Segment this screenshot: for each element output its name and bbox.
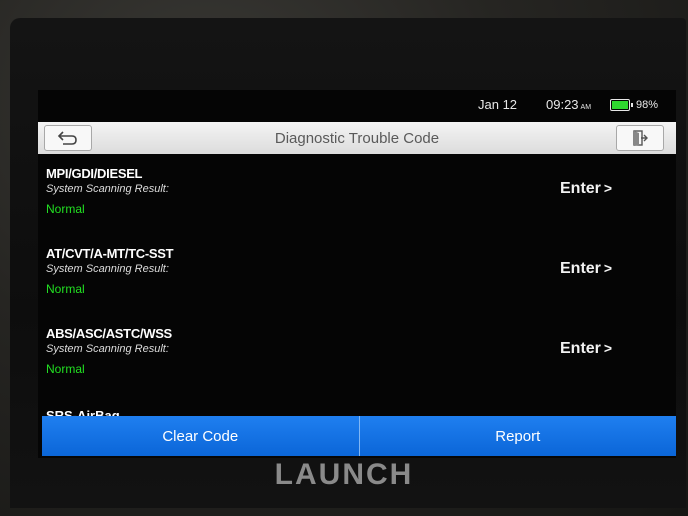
system-name: MPI/GDI/DIESEL <box>46 166 143 181</box>
enter-label: Enter <box>560 340 601 357</box>
title-bar: Diagnostic Trouble Code <box>38 122 676 154</box>
status-bar: Jan 12 09:23 AM 98% <box>38 90 676 120</box>
exit-button[interactable] <box>616 125 664 151</box>
list-item: MPI/GDI/DIESEL System Scanning Result: N… <box>38 156 676 236</box>
page-title: Diagnostic Trouble Code <box>274 130 440 147</box>
chevron-right-icon: > <box>603 180 613 196</box>
report-button[interactable]: Report <box>359 416 676 456</box>
battery-fill <box>612 101 628 109</box>
chevron-right-icon: > <box>603 340 613 356</box>
list-item: AT/CVT/A-MT/TC-SST System Scanning Resul… <box>38 236 676 316</box>
list-item: ABS/ASC/ASTC/WSS System Scanning Result:… <box>38 316 676 396</box>
status-ampm: AM <box>580 104 592 111</box>
system-name: AT/CVT/A-MT/TC-SST <box>46 246 174 261</box>
system-name: ABS/ASC/ASTC/WSS <box>46 326 172 341</box>
enter-button[interactable]: Enter > <box>560 180 612 198</box>
system-status: Normal <box>46 202 85 216</box>
battery-cap <box>631 103 633 107</box>
system-subtitle: System Scanning Result: <box>46 183 169 195</box>
enter-button[interactable]: Enter > <box>560 340 612 358</box>
device-screen: Jan 12 09:23 AM 98% Diagnostic Trouble Co… <box>38 90 676 458</box>
enter-button[interactable]: Enter > <box>560 260 612 278</box>
battery-percent: 98% <box>636 99 659 111</box>
bottom-action-bar: Clear Code Report <box>42 416 676 456</box>
chevron-right-icon: > <box>603 260 613 276</box>
status-time: 09:23 AM <box>546 97 591 112</box>
system-subtitle: System Scanning Result: <box>46 263 169 275</box>
brand-logo: LAUNCH <box>274 458 414 491</box>
scan-tool-device: Jan 12 09:23 AM 98% Diagnostic Trouble Co… <box>10 18 686 508</box>
exit-door-icon <box>633 130 648 146</box>
clear-code-button[interactable]: Clear Code <box>42 416 360 456</box>
system-status: Normal <box>46 282 85 296</box>
system-status: Normal <box>46 362 85 376</box>
enter-label: Enter <box>560 260 601 277</box>
status-date: Jan 12 <box>478 97 518 112</box>
battery-icon <box>610 99 633 111</box>
enter-label: Enter <box>560 180 601 197</box>
system-subtitle: System Scanning Result: <box>46 343 169 355</box>
status-clock: 09:23 <box>546 97 579 112</box>
